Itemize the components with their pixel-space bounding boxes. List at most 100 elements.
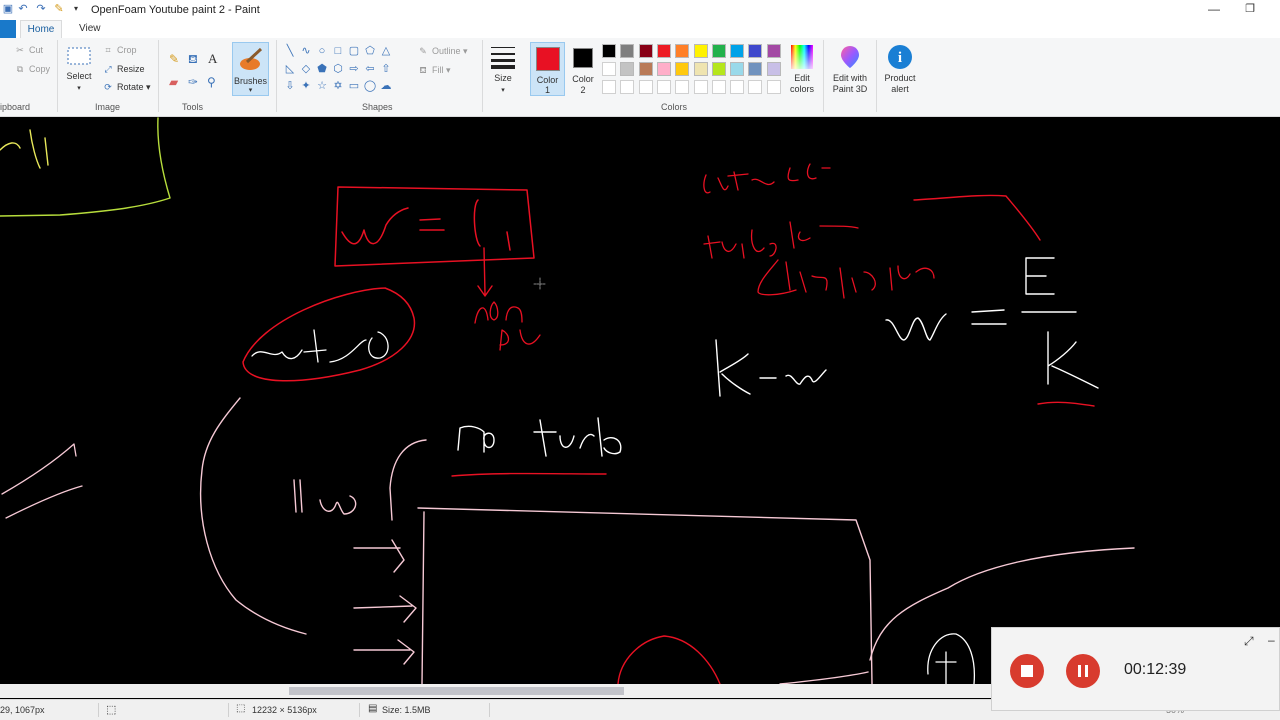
six-point-star-icon[interactable]: ✡	[331, 79, 345, 93]
palette-swatch[interactable]	[620, 80, 635, 94]
paint-window: ▣ ↶ ↷ ✎ ▾ OpenFoam Youtube paint 2 - Pai…	[0, 0, 1280, 720]
edit-with-paint3d-button[interactable]: Edit with Paint 3D	[827, 44, 873, 95]
palette-swatch[interactable]	[748, 62, 763, 76]
up-arrow-shape-icon[interactable]: ⇧	[379, 62, 393, 76]
customize-quick-access-icon[interactable]: ▾	[70, 3, 82, 15]
palette-swatch[interactable]	[656, 44, 671, 58]
palette-swatch[interactable]	[766, 62, 781, 76]
pencil-icon[interactable]: ✎	[169, 52, 179, 66]
pause-recording-button[interactable]	[1066, 654, 1100, 688]
brushes-button[interactable]: Brushes ▾	[232, 42, 269, 96]
palette-swatch[interactable]	[730, 44, 745, 58]
palette-swatch[interactable]	[730, 80, 745, 94]
rounded-rect-shape-icon[interactable]: ▢	[347, 44, 361, 58]
palette-swatch[interactable]	[711, 44, 726, 58]
line-shape-icon[interactable]: ╲	[283, 44, 297, 58]
undo-icon[interactable]: ↶	[17, 3, 29, 15]
polygon-shape-icon[interactable]: ⬠	[363, 44, 377, 58]
status-divider	[359, 703, 360, 717]
color-picker-icon[interactable]: ✑	[188, 75, 198, 89]
text-icon[interactable]: A	[208, 51, 217, 67]
expand-icon[interactable]: ⤢	[1244, 634, 1254, 649]
drawing-canvas[interactable]	[0, 117, 1280, 684]
file-size: Size: 1.5MB	[382, 705, 431, 715]
palette-swatch[interactable]	[675, 44, 690, 58]
edit-colors-button[interactable]: Edit colors	[783, 44, 821, 95]
callout-rect-icon[interactable]: ▭	[347, 79, 361, 93]
curve-shape-icon[interactable]: ∿	[299, 44, 313, 58]
palette-swatch[interactable]	[638, 44, 653, 58]
pentagon-shape-icon[interactable]: ⬟	[315, 62, 329, 76]
palette-swatch[interactable]	[693, 44, 708, 58]
diamond-shape-icon[interactable]: ◇	[299, 62, 313, 76]
crop-button[interactable]: ⌗ Crop	[102, 45, 136, 56]
palette-swatch[interactable]	[602, 62, 616, 76]
palette-swatch[interactable]	[656, 62, 671, 76]
cut-button[interactable]: ✂ Cut	[14, 45, 43, 56]
save-icon[interactable]: ▣	[2, 3, 14, 15]
restore-button[interactable]: ❐	[1243, 2, 1257, 15]
status-divider	[228, 703, 229, 717]
palette-swatch[interactable]	[693, 80, 708, 94]
right-arrow-shape-icon[interactable]: ⇨	[347, 62, 361, 76]
palette-swatch[interactable]	[748, 80, 763, 94]
palette-swatch[interactable]	[675, 80, 690, 94]
palette-swatch[interactable]	[730, 62, 745, 76]
copy-button[interactable]: ⧉ Copy	[14, 64, 50, 75]
scrollbar-thumb[interactable]	[289, 687, 624, 695]
tab-file[interactable]	[0, 20, 16, 38]
status-divider	[489, 703, 490, 717]
palette-swatch[interactable]	[620, 62, 635, 76]
rectangle-shape-icon[interactable]: □	[331, 44, 345, 58]
palette-swatch[interactable]	[620, 44, 635, 58]
screen-recorder-panel: ⤢ – 00:12:39	[991, 627, 1280, 711]
palette-swatch[interactable]	[602, 44, 616, 58]
five-point-star-icon[interactable]: ☆	[315, 79, 329, 93]
palette-swatch[interactable]	[656, 80, 671, 94]
window-title: OpenFoam Youtube paint 2 - Paint	[91, 4, 260, 16]
palette-swatch[interactable]	[693, 62, 708, 76]
size-button[interactable]: Size ▾	[487, 44, 519, 96]
palette-swatch[interactable]	[638, 80, 653, 94]
tab-home[interactable]: Home	[20, 20, 62, 38]
pause-icon	[1078, 665, 1081, 677]
color2-button[interactable]: Color 2	[567, 46, 599, 96]
palette-swatch[interactable]	[711, 62, 726, 76]
palette-swatch[interactable]	[766, 80, 781, 94]
outline-dropdown[interactable]: ✎ Outline ▾	[417, 46, 467, 57]
palette-swatch[interactable]	[638, 62, 653, 76]
palette-swatch[interactable]	[711, 80, 726, 94]
four-point-star-icon[interactable]: ✦	[299, 79, 313, 93]
oval-shape-icon[interactable]: ○	[315, 44, 329, 58]
quick-access-doc-icon[interactable]: ✎	[53, 3, 65, 15]
ribbon-divider	[276, 40, 277, 112]
callout-oval-icon[interactable]: ◯	[363, 79, 377, 93]
resize-button[interactable]: ⤢ Resize	[102, 64, 144, 75]
color1-button[interactable]: Color 1	[530, 42, 565, 96]
palette-swatch[interactable]	[602, 80, 616, 94]
palette-swatch[interactable]	[766, 44, 781, 58]
recorder-more-icon[interactable]: –	[1268, 633, 1275, 647]
stop-recording-button[interactable]	[1010, 654, 1044, 688]
hexagon-shape-icon[interactable]: ⬡	[331, 62, 345, 76]
magnifier-icon[interactable]: ⚲	[207, 75, 216, 89]
sketch-stroke	[0, 129, 49, 169]
eraser-icon[interactable]: ▰	[169, 75, 178, 89]
fill-icon[interactable]: ⛾	[188, 52, 198, 68]
minimize-button[interactable]: —	[1207, 2, 1221, 16]
palette-swatch[interactable]	[748, 44, 763, 58]
tab-view[interactable]: View	[79, 23, 101, 34]
fill-dropdown[interactable]: ⛾ Fill ▾	[417, 65, 450, 77]
sketch-stroke	[1, 443, 83, 519]
sketch-layer	[0, 117, 1135, 684]
down-arrow-shape-icon[interactable]: ⇩	[283, 79, 297, 93]
triangle-shape-icon[interactable]: △	[379, 44, 393, 58]
rotate-button[interactable]: ⟳ Rotate ▾	[102, 82, 150, 93]
product-alert-button[interactable]: i Product alert	[880, 44, 920, 95]
palette-swatch[interactable]	[675, 62, 690, 76]
select-button[interactable]: Select ▾	[64, 46, 94, 94]
right-triangle-shape-icon[interactable]: ◺	[283, 62, 297, 76]
redo-icon[interactable]: ↷	[35, 3, 47, 15]
cloud-callout-icon[interactable]: ☁	[379, 79, 393, 93]
left-arrow-shape-icon[interactable]: ⇦	[363, 62, 377, 76]
